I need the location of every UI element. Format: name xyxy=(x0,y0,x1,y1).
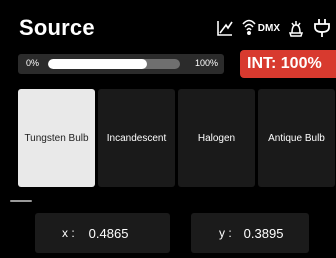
y-coordinate-field[interactable]: y : 0.3895 xyxy=(191,213,309,253)
plug-icon[interactable] xyxy=(312,18,332,38)
intensity-max-label: 100% xyxy=(194,58,218,68)
y-label: y : xyxy=(219,226,232,240)
intensity-bar[interactable]: 0% 100% xyxy=(18,54,224,74)
intensity-slider-fill xyxy=(48,59,147,69)
y-value: 0.3895 xyxy=(243,225,284,241)
header-icons: DMX xyxy=(215,17,332,39)
dmx-icon xyxy=(241,17,257,40)
intensity-value-badge[interactable]: INT: 100% xyxy=(240,50,336,78)
fan-icon[interactable] xyxy=(286,18,306,38)
x-coordinate-field[interactable]: x : 0.4865 xyxy=(35,213,170,253)
preset-tungsten-bulb[interactable]: Tungsten Bulb xyxy=(18,89,95,187)
preset-halogen[interactable]: Halogen xyxy=(178,89,255,187)
preset-incandescent[interactable]: Incandescent xyxy=(98,89,175,187)
dmx-label: DMX xyxy=(257,22,280,34)
preset-label: Incandescent xyxy=(106,132,167,144)
page-title: Source xyxy=(19,15,95,40)
source-preset-list: Tungsten Bulb Incandescent Halogen Antiq… xyxy=(18,89,335,187)
intensity-slider-track[interactable] xyxy=(48,59,180,69)
preset-label: Antique Bulb xyxy=(268,132,325,144)
page-indicator xyxy=(10,200,32,202)
chart-icon[interactable] xyxy=(215,18,235,38)
preset-label: Halogen xyxy=(197,132,236,144)
x-label: x : xyxy=(62,226,75,240)
x-value: 0.4865 xyxy=(88,225,129,241)
preset-antique-bulb[interactable]: Antique Bulb xyxy=(258,89,335,187)
intensity-min-label: 0% xyxy=(26,58,40,68)
preset-label: Tungsten Bulb xyxy=(24,132,89,144)
dmx-indicator[interactable]: DMX xyxy=(241,17,280,40)
